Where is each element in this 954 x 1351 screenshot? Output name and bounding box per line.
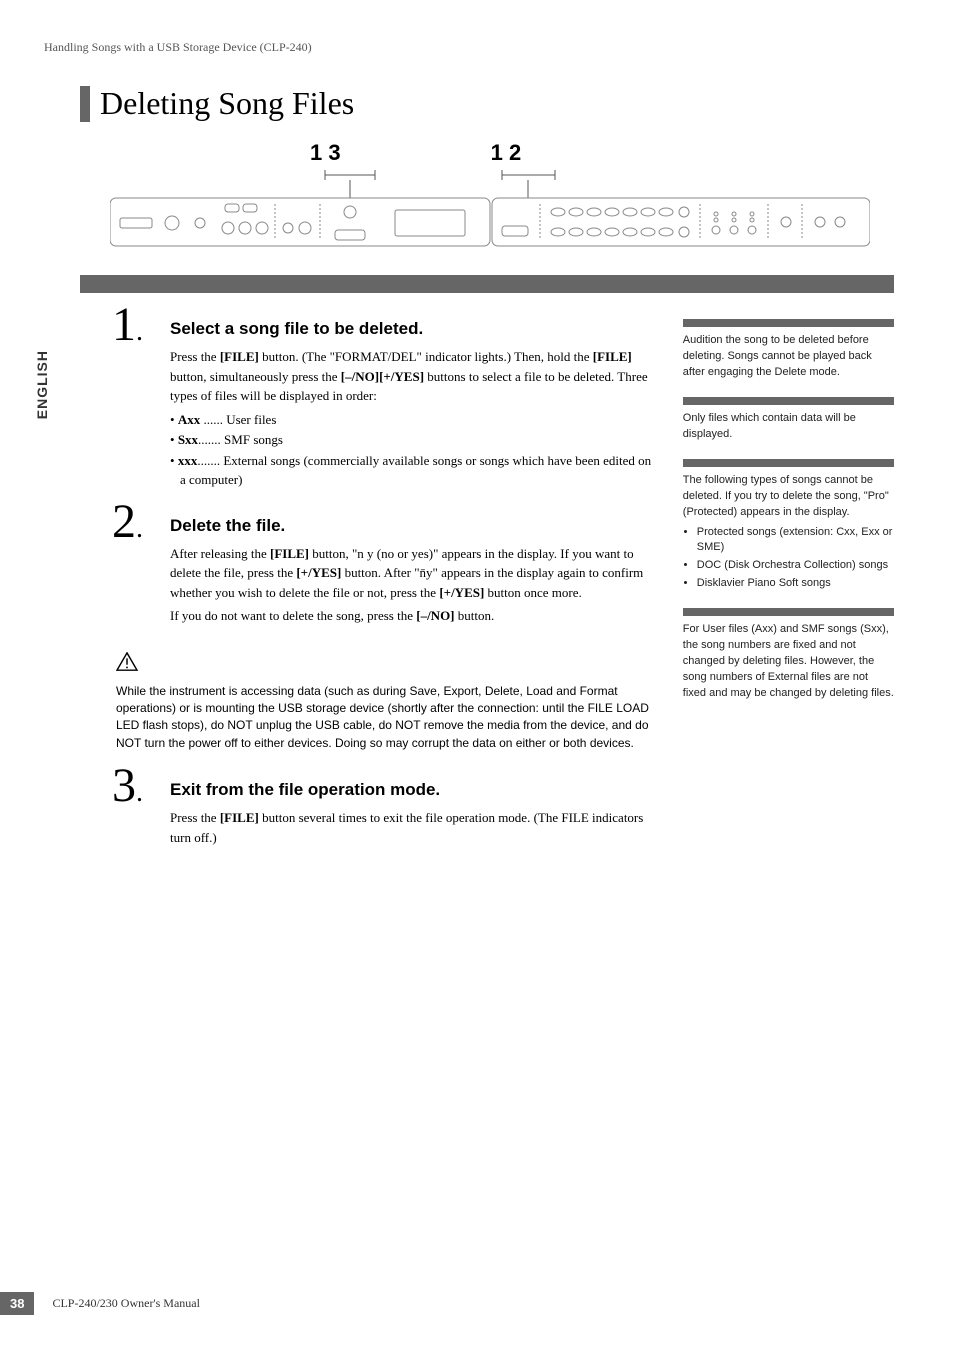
step-1: 1. Select a song file to be deleted. Pre… (170, 319, 653, 490)
step-1-number: 1. (112, 297, 143, 352)
tip-3: The following types of songs cannot be d… (683, 459, 894, 593)
step-3-body: Press the [FILE] button several times to… (170, 808, 653, 847)
step-3-number: 3. (112, 758, 143, 813)
step-markers: 1 3 1 2 (310, 140, 894, 166)
main-column: 1. Select a song file to be deleted. Pre… (120, 319, 653, 873)
page-footer: 38 CLP-240/230 Owner's Manual (0, 1292, 200, 1315)
title-row: Deleting Song Files (80, 85, 894, 122)
tip-3-item-2: DOC (Disk Orchestra Collection) songs (697, 558, 894, 574)
tip-3-item-3: Disklavier Piano Soft songs (697, 576, 894, 592)
tip-2: Only files which contain data will be di… (683, 397, 894, 443)
caution-text: While the instrument is accessing data (… (116, 683, 653, 753)
tip-3-intro: The following types of songs cannot be d… (683, 473, 894, 521)
language-tab: ENGLISH (34, 350, 50, 419)
tip-bar (683, 459, 894, 467)
tip-bar (683, 608, 894, 616)
tip-2-text: Only files which contain data will be di… (683, 411, 894, 443)
tip-bar (683, 397, 894, 405)
keyboard-panel-svg (110, 170, 870, 250)
tip-1: Audition the song to be deleted before d… (683, 319, 894, 381)
step-2-body: After releasing the [FILE] button, "n y … (170, 544, 653, 626)
step-3: 3. Exit from the file operation mode. Pr… (170, 780, 653, 847)
title-accent-bar (80, 86, 90, 122)
tip-3-list: Protected songs (extension: Cxx, Exx or … (697, 525, 894, 593)
footer-manual-title: CLP-240/230 Owner's Manual (52, 1296, 199, 1311)
tip-4-text: For User files (Axx) and SMF songs (Sxx)… (683, 622, 894, 702)
filetype-xxx: • xxx....... External songs (commerciall… (170, 451, 653, 490)
page-number: 38 (0, 1292, 34, 1315)
page-title: Deleting Song Files (100, 85, 354, 122)
marker-right: 1 2 (491, 140, 522, 166)
tip-bar (683, 319, 894, 327)
tip-4: For User files (Axx) and SMF songs (Sxx)… (683, 608, 894, 702)
caution-icon (116, 652, 138, 672)
step-2-number: 2. (112, 494, 143, 549)
content-columns: 1. Select a song file to be deleted. Pre… (120, 319, 894, 873)
tip-1-text: Audition the song to be deleted before d… (683, 333, 894, 381)
panel-diagram (110, 170, 894, 255)
file-type-list: • Axx ...... User files • Sxx....... SMF… (170, 410, 653, 490)
step-1-body: Press the [FILE] button. (The "FORMAT/DE… (170, 347, 653, 490)
step-2: 2. Delete the file. After releasing the … (170, 516, 653, 626)
filetype-axx: • Axx ...... User files (170, 410, 653, 430)
step-3-title: Exit from the file operation mode. (170, 780, 653, 800)
side-column: Audition the song to be deleted before d… (683, 319, 894, 718)
page-container: Handling Songs with a USB Storage Device… (0, 0, 954, 1351)
procedure-heading-bar (80, 275, 894, 293)
filetype-sxx: • Sxx....... SMF songs (170, 430, 653, 450)
caution-block: While the instrument is accessing data (… (116, 652, 653, 753)
marker-left: 1 3 (310, 140, 341, 166)
step-1-title: Select a song file to be deleted. (170, 319, 653, 339)
tip-3-item-1: Protected songs (extension: Cxx, Exx or … (697, 525, 894, 557)
running-head: Handling Songs with a USB Storage Device… (44, 40, 894, 55)
step-2-title: Delete the file. (170, 516, 653, 536)
